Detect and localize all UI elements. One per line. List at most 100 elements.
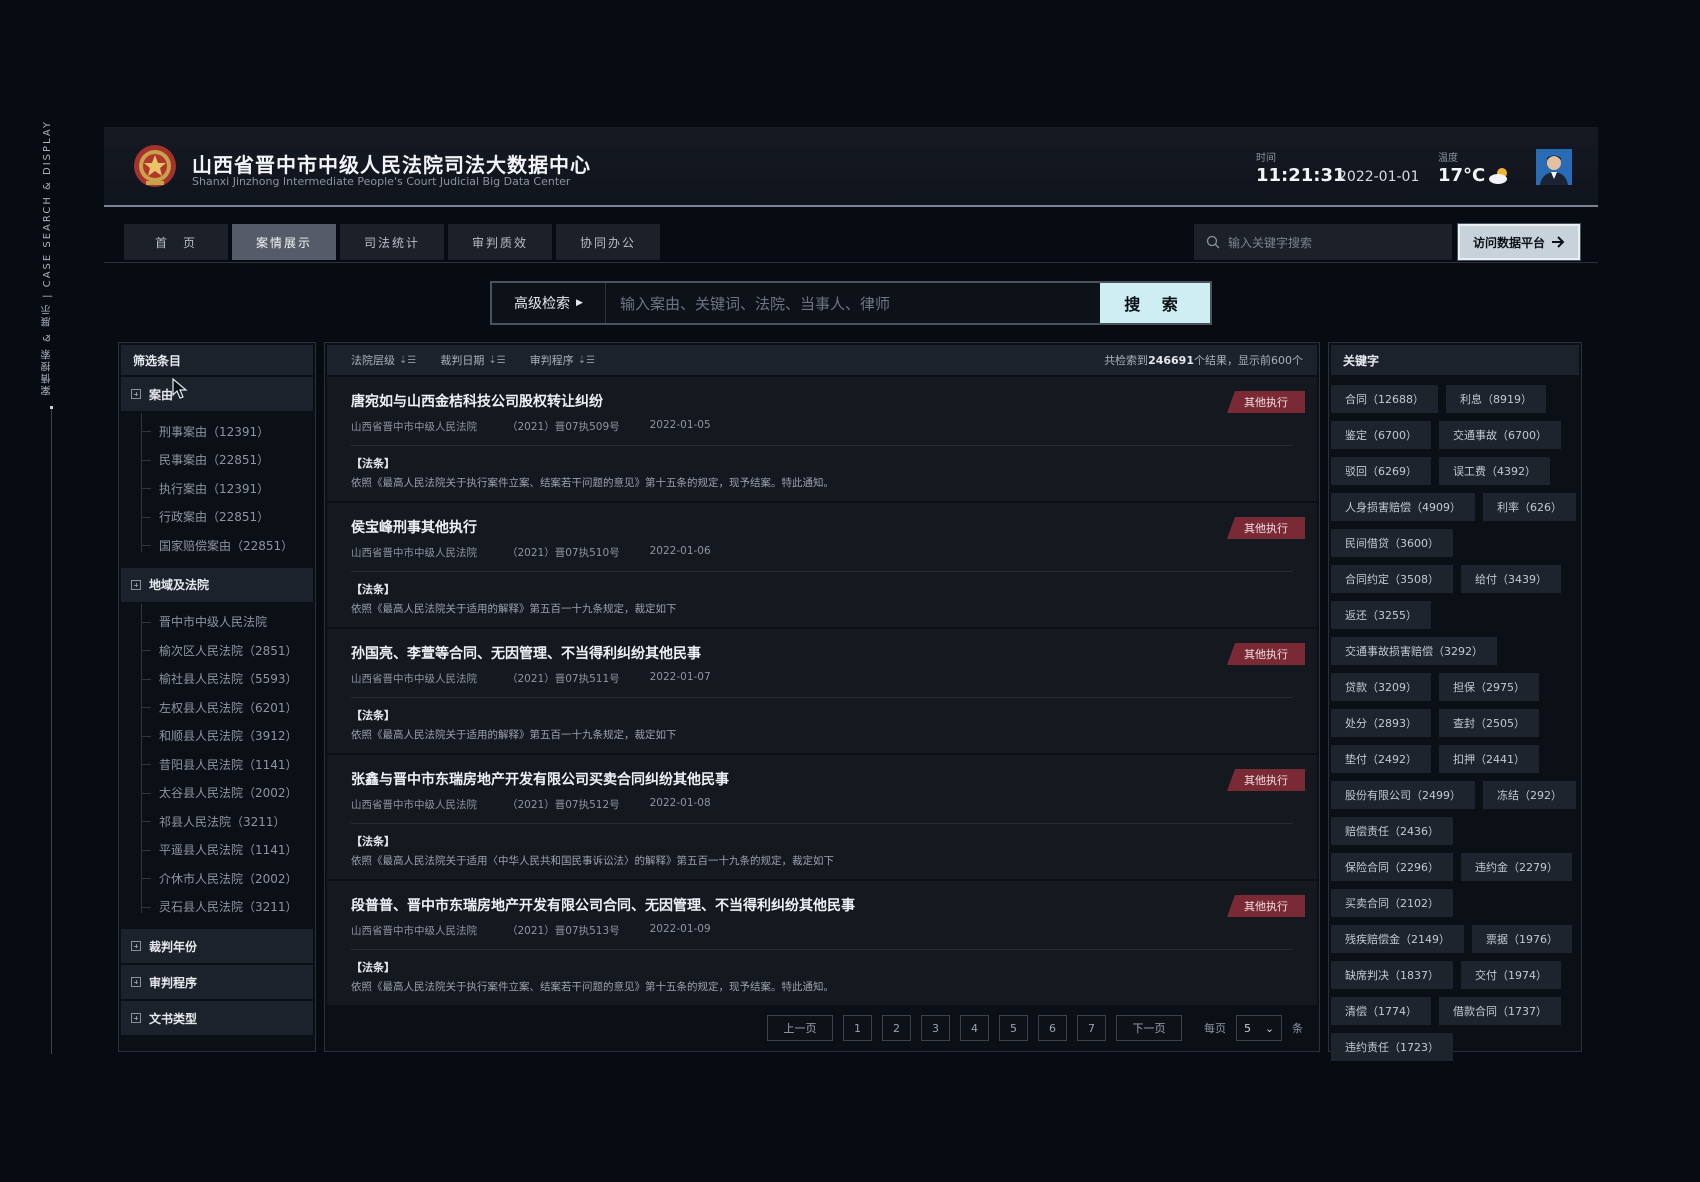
keyword-tag[interactable]: 利息（8919） [1446,385,1546,413]
keyword-tag[interactable]: 贷款（3209） [1331,673,1431,701]
page-number-button[interactable]: 1 [843,1015,872,1041]
keyword-tag[interactable]: 返还（3255） [1331,601,1431,629]
search-icon [1206,235,1220,249]
case-meta: 山西省晋中市中级人民法院 （2021）晋07执510号 2022-01-06 [351,545,1317,560]
page-number-button[interactable]: 6 [1038,1015,1067,1041]
user-avatar[interactable] [1536,149,1572,185]
keyword-tag[interactable]: 借款合同（1737） [1439,997,1561,1025]
visit-data-platform-button[interactable]: 访问数据平台 [1457,223,1581,261]
page-number-button[interactable]: 7 [1077,1015,1106,1041]
filter-option[interactable]: 和顺县人民法院（3912） [119,722,315,751]
nav-tab-0[interactable]: 首 页 [124,224,228,260]
page-number-button[interactable]: 3 [921,1015,950,1041]
keyword-tag[interactable]: 缺席判决（1837） [1331,961,1453,989]
keyword-tag[interactable]: 鉴定（6700） [1331,421,1431,449]
sort-option[interactable]: 审判程序 ⇣☰ [530,352,595,368]
case-card[interactable]: 侯宝峰刑事其他执行山西省晋中市中级人民法院 （2021）晋07执510号 2022-… [327,503,1317,627]
keyword-tag[interactable]: 合同（12688） [1331,385,1438,413]
filter-group-label: 地域及法院 [149,578,210,592]
case-title[interactable]: 侯宝峰刑事其他执行 [351,517,1317,537]
filter-group-header[interactable]: 裁判年份 [121,929,313,963]
filter-option[interactable]: 国家赔偿案由（22851） [119,531,315,560]
filter-option[interactable]: 榆次区人民法院（2851） [119,636,315,665]
filter-option[interactable]: 祁县人民法院（3211） [119,807,315,836]
keyword-tag[interactable]: 处分（2893） [1331,709,1431,737]
case-card[interactable]: 张鑫与晋中市东瑞房地产开发有限公司买卖合同纠纷其他民事 山西省晋中市中级人民法院 （… [327,755,1317,879]
case-title[interactable]: 段普普、晋中市东瑞房地产开发有限公司合同、无因管理、不当得利纠纷其他民事 [351,895,1317,915]
nav-tab-2[interactable]: 司法统计 [340,224,444,260]
filter-option[interactable]: 晋中市中级人民法院 [119,608,315,637]
case-card[interactable]: 段普普、晋中市东瑞房地产开发有限公司合同、无因管理、不当得利纠纷其他民事 山西省晋… [327,881,1317,1005]
next-page-button[interactable]: 下一页 [1116,1015,1182,1041]
keyword-tag[interactable]: 冻结（292） [1483,781,1576,809]
filter-option[interactable]: 平遥县人民法院（1141） [119,836,315,865]
page-number-button[interactable]: 2 [882,1015,911,1041]
keyword-tag[interactable]: 交付（1974） [1461,961,1561,989]
keyword-tag[interactable]: 清偿（1774） [1331,997,1431,1025]
keyword-tag[interactable]: 利率（626） [1483,493,1576,521]
filter-option[interactable]: 执行案由（12391） [119,474,315,503]
filter-option[interactable]: 刑事案由（12391） [119,417,315,446]
filter-option[interactable]: 灵石县人民法院（3211） [119,893,315,922]
keyword-tag[interactable]: 买卖合同（2102） [1331,889,1453,917]
filter-option[interactable]: 行政案由（22851） [119,503,315,532]
keyword-tag[interactable]: 保险合同（2296） [1331,853,1453,881]
case-law-label: 【法条】 [351,709,395,722]
keyword-tag[interactable]: 合同约定（3508） [1331,565,1453,593]
case-title[interactable]: 张鑫与晋中市东瑞房地产开发有限公司买卖合同纠纷其他民事 [351,769,1317,789]
case-number: （2021）晋07执512号 [507,799,620,811]
case-title[interactable]: 唐宛如与山西金桔科技公司股权转让纠纷 [351,391,1317,411]
prev-page-button[interactable]: 上一页 [767,1015,833,1041]
case-court: 山西省晋中市中级人民法院 [351,421,477,433]
filter-option[interactable]: 介休市人民法院（2002） [119,864,315,893]
case-title[interactable]: 孙国亮、李萱等合同、无因管理、不当得利纠纷其他民事 [351,643,1317,663]
nav-tab-1[interactable]: 案情展示 [232,224,336,260]
case-search-bar: 高级检索 ▶ 输入案由、关键词、法院、当事人、律师 搜 索 [490,281,1212,325]
filter-group-header[interactable]: 案由 [121,377,313,411]
keyword-tag[interactable]: 垫付（2492） [1331,745,1431,773]
case-card[interactable]: 唐宛如与山西金桔科技公司股权转让纠纷 山西省晋中市中级人民法院 （2021）晋07执… [327,377,1317,501]
keyword-tag[interactable]: 驳回（6269） [1331,457,1431,485]
filter-group-header[interactable]: 地域及法院 [121,567,313,602]
keyword-tag[interactable]: 误工费（4392） [1439,457,1550,485]
keyword-tag[interactable]: 交通事故（6700） [1439,421,1561,449]
keyword-tag[interactable]: 扣押（2441） [1439,745,1539,773]
keyword-tag[interactable]: 查封（2505） [1439,709,1539,737]
filter-group-header[interactable]: 审判程序 [121,965,313,999]
filter-option[interactable]: 太谷县人民法院（2002） [119,779,315,808]
keyword-tag[interactable]: 股份有限公司（2499） [1331,781,1475,809]
keyword-tag[interactable]: 人身损害赔偿（4909） [1331,493,1475,521]
filter-option[interactable]: 民事案由（22851） [119,446,315,475]
per-page-label: 每页 [1204,1022,1226,1035]
keyword-tag[interactable]: 交通事故损害赔偿（3292） [1331,637,1497,665]
page-number-button[interactable]: 4 [960,1015,989,1041]
filter-option[interactable]: 榆社县人民法院（5593） [119,665,315,694]
sort-option[interactable]: 法院层级 ⇣☰ [351,352,416,368]
sort-option[interactable]: 裁判日期 ⇣☰ [440,352,505,368]
keyword-tag[interactable]: 给付（3439） [1461,565,1561,593]
caret-right-icon: ▶ [576,298,583,308]
filter-option[interactable]: 左权县人民法院（6201） [119,693,315,722]
keyword-tag[interactable]: 残疾赔偿金（2149） [1331,925,1464,953]
expand-plus-icon [131,579,141,590]
search-button[interactable]: 搜 索 [1100,283,1210,323]
keyword-tag[interactable]: 赔偿责任（2436） [1331,817,1453,845]
page-number-button[interactable]: 5 [999,1015,1028,1041]
case-card[interactable]: 孙国亮、李萱等合同、无因管理、不当得利纠纷其他民事 山西省晋中市中级人民法院 （20… [327,629,1317,753]
side-divider-line [51,406,52,1054]
keyword-tag[interactable]: 担保（2975） [1439,673,1539,701]
keyword-tag[interactable]: 违约责任（1723） [1331,1033,1453,1061]
nav-tab-3[interactable]: 审判质效 [448,224,552,260]
nav-tab-4[interactable]: 协同办公 [556,224,660,260]
side-vertical-label: 案情搜索 & 展示 | CASE SEARCH & DISPLAY [42,120,53,396]
filter-option[interactable]: 昔阳县人民法院（1141） [119,750,315,779]
quick-search-input[interactable]: 输入关键字搜索 [1194,224,1452,260]
case-search-input[interactable]: 输入案由、关键词、法院、当事人、律师 [606,283,1100,323]
filter-group-header[interactable]: 文书类型 [121,1001,313,1035]
per-page-select[interactable]: 5 ⌄ [1236,1015,1282,1041]
filter-group-list: 晋中市中级人民法院 榆次区人民法院（2851） 榆社县人民法院（5593） 左权县人民… [119,603,315,928]
keyword-tag[interactable]: 民间借贷（3600） [1331,529,1453,557]
keyword-tag[interactable]: 票据（1976） [1472,925,1572,953]
advanced-search-toggle[interactable]: 高级检索 ▶ [492,283,606,323]
keyword-tag[interactable]: 违约金（2279） [1461,853,1572,881]
